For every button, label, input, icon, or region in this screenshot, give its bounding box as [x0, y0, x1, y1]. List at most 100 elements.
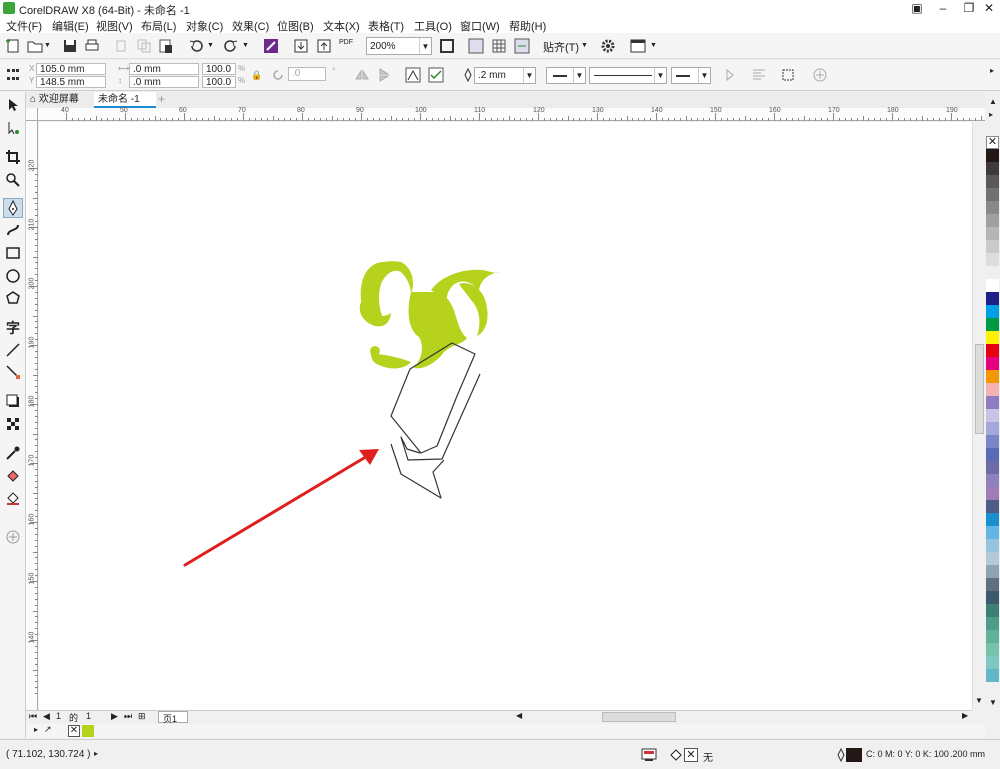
- page-tab[interactable]: 页1: [158, 711, 188, 724]
- palette-more-icon[interactable]: ▸: [989, 110, 993, 119]
- rotation-angle-field[interactable]: .0: [288, 67, 326, 81]
- interactive-fill-icon[interactable]: [5, 468, 21, 484]
- new-tab-icon[interactable]: +: [158, 92, 165, 106]
- color-proof-icon[interactable]: [641, 747, 657, 763]
- copy-icon[interactable]: [136, 38, 152, 54]
- previous-page-icon[interactable]: ◀: [43, 711, 50, 722]
- add-page-icon[interactable]: ⊞: [138, 711, 146, 722]
- application-launcher-icon[interactable]: [630, 38, 646, 54]
- redo-icon[interactable]: [223, 38, 239, 54]
- auto-close-curve-icon[interactable]: [428, 67, 444, 83]
- palette-swatch[interactable]: [986, 474, 999, 487]
- palette-swatch[interactable]: [986, 539, 999, 552]
- palette-swatch[interactable]: [986, 279, 999, 292]
- paste-icon[interactable]: [158, 38, 174, 54]
- show-guidelines-icon[interactable]: [514, 38, 530, 54]
- menu-table[interactable]: 表格(T): [368, 18, 404, 34]
- palette-swatch[interactable]: [986, 396, 999, 409]
- palette-swatch[interactable]: [986, 513, 999, 526]
- scale-width-field[interactable]: 100.0: [202, 63, 236, 75]
- palette-swatch[interactable]: [986, 370, 999, 383]
- palette-swatch[interactable]: [986, 604, 999, 617]
- gear-icon[interactable]: [600, 38, 616, 54]
- crop-tool-icon[interactable]: [5, 149, 21, 165]
- toolbar-more-icon[interactable]: ▸: [990, 66, 994, 75]
- zoom-level-dropdown[interactable]: 200% ▼: [366, 37, 432, 55]
- palette-swatch[interactable]: [986, 162, 999, 175]
- width-field[interactable]: .0 mm: [129, 63, 199, 75]
- status-more-icon[interactable]: ▸: [94, 749, 98, 758]
- new-document-icon[interactable]: [5, 38, 21, 54]
- drawing-canvas[interactable]: [39, 122, 972, 710]
- text-tool-icon[interactable]: 字: [6, 318, 20, 338]
- palette-swatch[interactable]: [986, 578, 999, 591]
- reverse-direction-icon[interactable]: [722, 67, 738, 83]
- doc-green-swatch[interactable]: [82, 725, 94, 737]
- next-page-icon[interactable]: ▶: [111, 711, 118, 722]
- palette-swatch[interactable]: [986, 409, 999, 422]
- scroll-left-icon[interactable]: ◀: [516, 711, 522, 720]
- vertical-scrollbar[interactable]: ▼: [972, 122, 985, 710]
- page-size-icon[interactable]: [5, 67, 21, 83]
- palette-swatch[interactable]: [986, 565, 999, 578]
- drop-shadow-icon[interactable]: [5, 393, 21, 409]
- palette-swatch[interactable]: [986, 149, 999, 162]
- palette-swatch[interactable]: [986, 175, 999, 188]
- publish-pdf-icon[interactable]: PDF: [339, 39, 353, 46]
- undo-icon[interactable]: [188, 38, 204, 54]
- palette-down-icon[interactable]: ▼: [989, 698, 997, 707]
- palette-swatch[interactable]: [986, 201, 999, 214]
- launcher-dropdown-icon[interactable]: ▼: [650, 42, 657, 49]
- menu-edit[interactable]: 编辑(E): [52, 18, 89, 34]
- doc-no-color-swatch[interactable]: ✕: [68, 725, 80, 737]
- vertical-scroll-thumb[interactable]: [975, 344, 984, 434]
- palette-swatch[interactable]: [986, 487, 999, 500]
- pen-tool-icon[interactable]: [5, 200, 21, 216]
- palette-swatch[interactable]: [986, 656, 999, 669]
- connector-tool-icon[interactable]: [5, 364, 21, 380]
- palette-swatch[interactable]: [986, 240, 999, 253]
- height-field[interactable]: .0 mm: [129, 76, 199, 88]
- palette-up-icon[interactable]: ▲: [989, 97, 997, 106]
- scale-height-field[interactable]: 100.0: [202, 76, 236, 88]
- menu-tools[interactable]: 工具(O): [414, 18, 452, 34]
- palette-swatch[interactable]: [986, 435, 999, 448]
- end-arrowhead-dropdown[interactable]: ▼: [671, 67, 711, 84]
- redo-dropdown-icon[interactable]: ▼: [242, 42, 249, 49]
- palette-swatch[interactable]: [986, 422, 999, 435]
- palette-swatch[interactable]: [986, 292, 999, 305]
- outline-color-swatch[interactable]: [846, 748, 862, 762]
- palette-swatch[interactable]: [986, 188, 999, 201]
- first-page-icon[interactable]: ⏮: [29, 711, 37, 722]
- undo-dropdown-icon[interactable]: ▼: [207, 42, 214, 49]
- eyedropper-icon[interactable]: [5, 445, 21, 461]
- palette-swatch[interactable]: [986, 461, 999, 474]
- parallel-dimension-icon[interactable]: [5, 342, 21, 358]
- palette-swatch[interactable]: [986, 214, 999, 227]
- palette-swatch[interactable]: [986, 344, 999, 357]
- palette-swatch[interactable]: [986, 448, 999, 461]
- scroll-down-icon[interactable]: ▼: [975, 696, 983, 705]
- cut-icon[interactable]: [114, 38, 130, 54]
- import-icon[interactable]: [293, 38, 309, 54]
- fill-none-swatch[interactable]: ✕: [684, 748, 698, 762]
- palette-swatch[interactable]: [986, 357, 999, 370]
- tab-untitled-1[interactable]: 未命名 -1: [94, 92, 156, 108]
- close-button[interactable]: ✕: [976, 0, 1000, 17]
- ruler-origin[interactable]: [26, 108, 38, 121]
- export-icon[interactable]: [316, 38, 332, 54]
- green-ram-logo[interactable]: [359, 261, 499, 369]
- menu-file[interactable]: 文件(F): [6, 18, 42, 34]
- palette-swatch[interactable]: [986, 630, 999, 643]
- menu-layout[interactable]: 布局(L): [141, 18, 176, 34]
- pick-tool-icon[interactable]: [5, 97, 21, 113]
- no-color-swatch[interactable]: ✕: [986, 136, 999, 149]
- show-rulers-icon[interactable]: [468, 38, 484, 54]
- palette-swatch[interactable]: [986, 331, 999, 344]
- y-position-field[interactable]: 148.5 mm: [36, 76, 106, 88]
- menu-view[interactable]: 视图(V): [96, 18, 133, 34]
- outline-width-dropdown[interactable]: .2 mm ▼: [474, 67, 536, 84]
- bounding-box-icon[interactable]: [780, 67, 796, 83]
- last-page-icon[interactable]: ⏭: [124, 711, 132, 722]
- transparency-tool-icon[interactable]: [5, 416, 21, 432]
